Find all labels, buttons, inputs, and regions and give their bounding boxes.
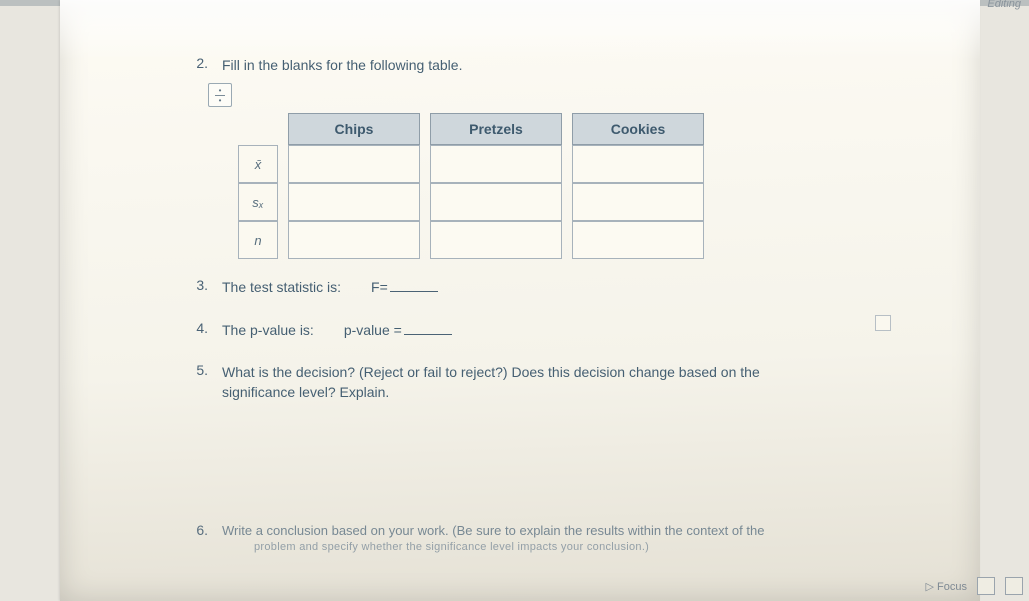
document-page: 2. Fill in the blanks for the following …: [60, 0, 980, 601]
q4-label: The p-value is:: [222, 320, 314, 340]
blanks-table: Chips Pretzels Cookies x̄ sₓ n: [228, 113, 714, 259]
focus-label[interactable]: ▷ Focus: [926, 580, 968, 593]
question-6: 6. Write a conclusion based on your work…: [190, 522, 920, 553]
col-header-chips: Chips: [288, 113, 420, 145]
q4-stat: p-value =: [344, 322, 402, 338]
question-4: 4. The p-value is: p-value =: [190, 320, 920, 340]
cell-n-pretzels[interactable]: [430, 221, 562, 259]
q6-number: 6.: [190, 522, 208, 553]
q3-stat: F=: [371, 279, 388, 295]
q2-number: 2.: [190, 55, 208, 75]
cell-xbar-cookies[interactable]: [572, 145, 704, 183]
page-glare: [60, 0, 980, 60]
table-corner: [238, 113, 278, 145]
status-bar: ▷ Focus: [926, 577, 1024, 595]
page-content: 2. Fill in the blanks for the following …: [190, 55, 920, 601]
cell-n-chips[interactable]: [288, 221, 420, 259]
col-header-cookies: Cookies: [572, 113, 704, 145]
q4-blank[interactable]: [404, 334, 452, 335]
row-label-n: n: [238, 221, 278, 259]
question-5: 5. What is the decision? (Reject or fail…: [190, 362, 920, 403]
cell-xbar-chips[interactable]: [288, 145, 420, 183]
table-resize-handle[interactable]: [875, 315, 891, 331]
q6-subtext: problem and specify whether the signific…: [254, 541, 764, 553]
q6-text: Write a conclusion based on your work. (…: [222, 522, 764, 541]
q3-number: 3.: [190, 277, 208, 297]
q4-number: 4.: [190, 320, 208, 340]
view-mode-button-2[interactable]: [1005, 577, 1023, 595]
cell-sx-chips[interactable]: [288, 183, 420, 221]
corner-label: Editing: [987, 0, 1021, 10]
row-label-xbar: x̄: [238, 145, 278, 183]
q2-text: Fill in the blanks for the following tab…: [222, 55, 462, 75]
question-3: 3. The test statistic is: F=: [190, 277, 920, 297]
cell-n-cookies[interactable]: [572, 221, 704, 259]
cell-sx-pretzels[interactable]: [430, 183, 562, 221]
caret-icon: ▷: [926, 581, 934, 593]
cell-xbar-pretzels[interactable]: [430, 145, 562, 183]
q5-number: 5.: [190, 362, 208, 403]
row-label-sx: sₓ: [238, 183, 278, 221]
view-mode-button-1[interactable]: [977, 577, 995, 595]
question-2: 2. Fill in the blanks for the following …: [190, 55, 920, 75]
q3-label: The test statistic is:: [222, 277, 341, 297]
q5-text: What is the decision? (Reject or fail to…: [222, 362, 782, 403]
q3-blank[interactable]: [390, 291, 438, 292]
equation-editor-icon[interactable]: • •: [208, 83, 232, 107]
col-header-pretzels: Pretzels: [430, 113, 562, 145]
cell-sx-cookies[interactable]: [572, 183, 704, 221]
